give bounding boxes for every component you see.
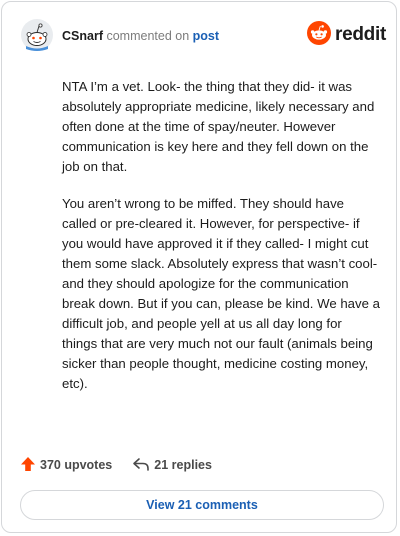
- reddit-wordmark: reddit: [335, 24, 386, 45]
- username-link[interactable]: CSnarf: [62, 29, 103, 43]
- comment-header: CSnarf commented on post reddit: [20, 18, 386, 52]
- comment-stats: 370 upvotes 21 replies: [20, 455, 212, 475]
- snoo-avatar-icon[interactable]: [20, 18, 54, 52]
- comment-body: NTA I’m a vet. Look- the thing that they…: [62, 77, 380, 411]
- post-link[interactable]: post: [193, 29, 219, 43]
- view-comments-button[interactable]: View 21 comments: [20, 490, 384, 520]
- reddit-logo[interactable]: reddit: [307, 20, 386, 50]
- comment-paragraph: You aren’t wrong to be miffed. They shou…: [62, 196, 380, 391]
- comment-paragraph: NTA I’m a vet. Look- the thing that they…: [62, 79, 375, 174]
- reply-arrow-icon: [132, 456, 154, 475]
- comment-card: CSnarf commented on post reddit NTA I’m …: [1, 1, 397, 533]
- reply-stat[interactable]: 21 replies: [132, 456, 212, 475]
- upvote-arrow-icon: [20, 456, 40, 475]
- upvote-stat[interactable]: 370 upvotes: [20, 456, 112, 475]
- reply-count: 21 replies: [154, 458, 212, 472]
- upvote-count: 370 upvotes: [40, 458, 113, 472]
- commenter-line: CSnarf commented on post: [62, 28, 219, 44]
- commented-on-label: commented on: [106, 29, 190, 43]
- reddit-snoo-icon: [307, 20, 332, 50]
